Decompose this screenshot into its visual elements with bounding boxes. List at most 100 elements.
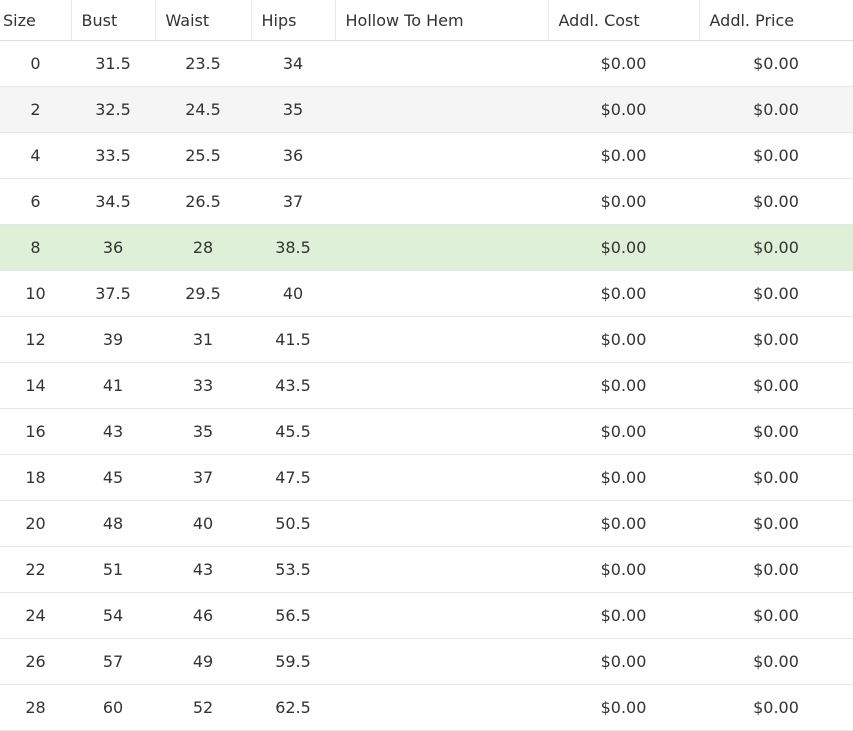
column-header-addl-price[interactable]: Addl. Price: [699, 0, 853, 41]
cell-waist: 24.5: [155, 86, 251, 133]
cell-hollow-to-hem: [335, 546, 548, 593]
cell-hips: 59.5: [251, 638, 335, 685]
cell-addl-price: $0.00: [699, 316, 853, 363]
cell-hips: 43.5: [251, 362, 335, 409]
cell-bust: 37.5: [71, 270, 155, 317]
cell-bust: 51: [71, 546, 155, 593]
cell-size: 2: [0, 86, 71, 133]
column-header-bust[interactable]: Bust: [71, 0, 156, 41]
table-row[interactable]: 10 37.5 29.5 40 $0.00 $0.00: [0, 270, 853, 317]
cell-addl-price: $0.00: [699, 454, 853, 501]
cell-addl-cost: $0.00: [548, 362, 699, 409]
cell-hips: 37: [251, 178, 335, 225]
table-row[interactable]: 4 33.5 25.5 36 $0.00 $0.00: [0, 132, 853, 179]
cell-hollow-to-hem: [335, 132, 548, 179]
cell-waist: 35: [155, 408, 251, 455]
header-row: Size Bust Waist Hips Hollow To Hem Addl.…: [0, 0, 853, 41]
cell-addl-price: $0.00: [699, 40, 853, 87]
cell-addl-cost: $0.00: [548, 546, 699, 593]
table-row[interactable]: 6 34.5 26.5 37 $0.00 $0.00: [0, 178, 853, 225]
cell-size: 8: [0, 224, 71, 271]
cell-waist: 28: [155, 224, 251, 271]
column-header-hips[interactable]: Hips: [251, 0, 336, 41]
cell-addl-cost: $0.00: [548, 592, 699, 639]
table-row[interactable]: 22 51 43 53.5 $0.00 $0.00: [0, 546, 853, 593]
cell-hips: 53.5: [251, 546, 335, 593]
cell-waist: 40: [155, 500, 251, 547]
cell-hollow-to-hem: [335, 270, 548, 317]
cell-waist: 33: [155, 362, 251, 409]
cell-bust: 43: [71, 408, 155, 455]
cell-size: 16: [0, 408, 71, 455]
table-row[interactable]: 16 43 35 45.5 $0.00 $0.00: [0, 408, 853, 455]
cell-addl-cost: $0.00: [548, 684, 699, 731]
cell-addl-price: $0.00: [699, 592, 853, 639]
table-row[interactable]: 14 41 33 43.5 $0.00 $0.00: [0, 362, 853, 409]
cell-hips: 40: [251, 270, 335, 317]
table-body: 0 31.5 23.5 34 $0.00 $0.00 2 32.5 24.5 35 $0.00 $0.…: [0, 40, 853, 731]
cell-bust: 36: [71, 224, 155, 271]
cell-bust: 34.5: [71, 178, 155, 225]
cell-bust: 60: [71, 684, 155, 731]
cell-addl-price: $0.00: [699, 270, 853, 317]
table-row[interactable]: 26 57 49 59.5 $0.00 $0.00: [0, 638, 853, 685]
cell-waist: 23.5: [155, 40, 251, 87]
cell-hips: 38.5: [251, 224, 335, 271]
cell-bust: 39: [71, 316, 155, 363]
cell-hollow-to-hem: [335, 316, 548, 363]
cell-waist: 49: [155, 638, 251, 685]
cell-size: 22: [0, 546, 71, 593]
table-row[interactable]: 28 60 52 62.5 $0.00 $0.00: [0, 684, 853, 731]
cell-bust: 41: [71, 362, 155, 409]
cell-size: 0: [0, 40, 71, 87]
cell-hips: 47.5: [251, 454, 335, 501]
cell-hips: 34: [251, 40, 335, 87]
table-row[interactable]: 0 31.5 23.5 34 $0.00 $0.00: [0, 40, 853, 87]
cell-waist: 29.5: [155, 270, 251, 317]
cell-addl-price: $0.00: [699, 178, 853, 225]
cell-bust: 48: [71, 500, 155, 547]
cell-bust: 45: [71, 454, 155, 501]
cell-addl-cost: $0.00: [548, 40, 699, 87]
cell-hollow-to-hem: [335, 86, 548, 133]
cell-addl-cost: $0.00: [548, 454, 699, 501]
cell-hips: 35: [251, 86, 335, 133]
table-row[interactable]: 20 48 40 50.5 $0.00 $0.00: [0, 500, 853, 547]
cell-hips: 36: [251, 132, 335, 179]
cell-size: 18: [0, 454, 71, 501]
cell-addl-price: $0.00: [699, 500, 853, 547]
cell-size: 12: [0, 316, 71, 363]
table-row[interactable]: 12 39 31 41.5 $0.00 $0.00: [0, 316, 853, 363]
table-row[interactable]: 2 32.5 24.5 35 $0.00 $0.00: [0, 86, 853, 133]
cell-hollow-to-hem: [335, 362, 548, 409]
cell-bust: 33.5: [71, 132, 155, 179]
cell-addl-cost: $0.00: [548, 408, 699, 455]
cell-size: 6: [0, 178, 71, 225]
cell-hollow-to-hem: [335, 408, 548, 455]
table-row[interactable]: 24 54 46 56.5 $0.00 $0.00: [0, 592, 853, 639]
column-header-size[interactable]: Size: [0, 0, 72, 41]
column-header-hollow-to-hem[interactable]: Hollow To Hem: [335, 0, 549, 41]
cell-hollow-to-hem: [335, 224, 548, 271]
cell-size: 4: [0, 132, 71, 179]
cell-hollow-to-hem: [335, 592, 548, 639]
cell-addl-cost: $0.00: [548, 224, 699, 271]
cell-addl-cost: $0.00: [548, 500, 699, 547]
cell-waist: 43: [155, 546, 251, 593]
cell-hips: 41.5: [251, 316, 335, 363]
cell-addl-price: $0.00: [699, 638, 853, 685]
table-row[interactable]: 18 45 37 47.5 $0.00 $0.00: [0, 454, 853, 501]
cell-waist: 25.5: [155, 132, 251, 179]
table-row[interactable]: 8 36 28 38.5 $0.00 $0.00: [0, 224, 853, 271]
cell-addl-cost: $0.00: [548, 86, 699, 133]
cell-hollow-to-hem: [335, 638, 548, 685]
cell-bust: 54: [71, 592, 155, 639]
column-header-addl-cost[interactable]: Addl. Cost: [548, 0, 700, 41]
cell-addl-price: $0.00: [699, 408, 853, 455]
column-header-waist[interactable]: Waist: [155, 0, 252, 41]
cell-hips: 45.5: [251, 408, 335, 455]
cell-bust: 57: [71, 638, 155, 685]
cell-addl-price: $0.00: [699, 362, 853, 409]
cell-addl-price: $0.00: [699, 684, 853, 731]
cell-addl-cost: $0.00: [548, 132, 699, 179]
